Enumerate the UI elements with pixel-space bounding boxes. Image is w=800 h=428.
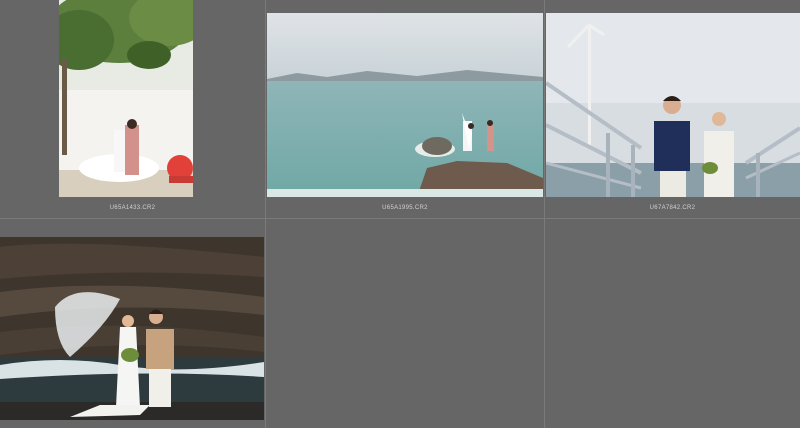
thumbnail-cell-4[interactable] bbox=[0, 219, 265, 428]
photo-forest-couple[interactable] bbox=[59, 0, 193, 197]
thumbnail-cell-empty bbox=[545, 219, 800, 428]
grid-divider bbox=[265, 0, 266, 428]
thumbnail-grid: U65A1433.CR2 U65A1995.CR2 U67A7842.CR2 bbox=[0, 0, 800, 428]
thumbnail-cell-empty bbox=[266, 219, 544, 428]
thumbnail-filename: U65A1433.CR2 bbox=[109, 205, 156, 211]
grid-divider bbox=[544, 0, 545, 428]
thumbnail-cell-1[interactable]: U65A1433.CR2 bbox=[0, 0, 265, 218]
thumbnail-cell-2[interactable]: U65A1995.CR2 bbox=[266, 0, 544, 218]
thumbnail-filename: U67A7842.CR2 bbox=[649, 205, 696, 211]
photo-cliff-couple[interactable] bbox=[0, 237, 264, 420]
grid-divider bbox=[0, 218, 800, 219]
thumbnail-filename: U65A1995.CR2 bbox=[382, 205, 428, 211]
thumbnail-cell-3[interactable]: U67A7842.CR2 bbox=[545, 0, 800, 218]
photo-boardwalk-couple[interactable] bbox=[546, 13, 800, 197]
photo-seaside-couple[interactable] bbox=[267, 13, 543, 197]
